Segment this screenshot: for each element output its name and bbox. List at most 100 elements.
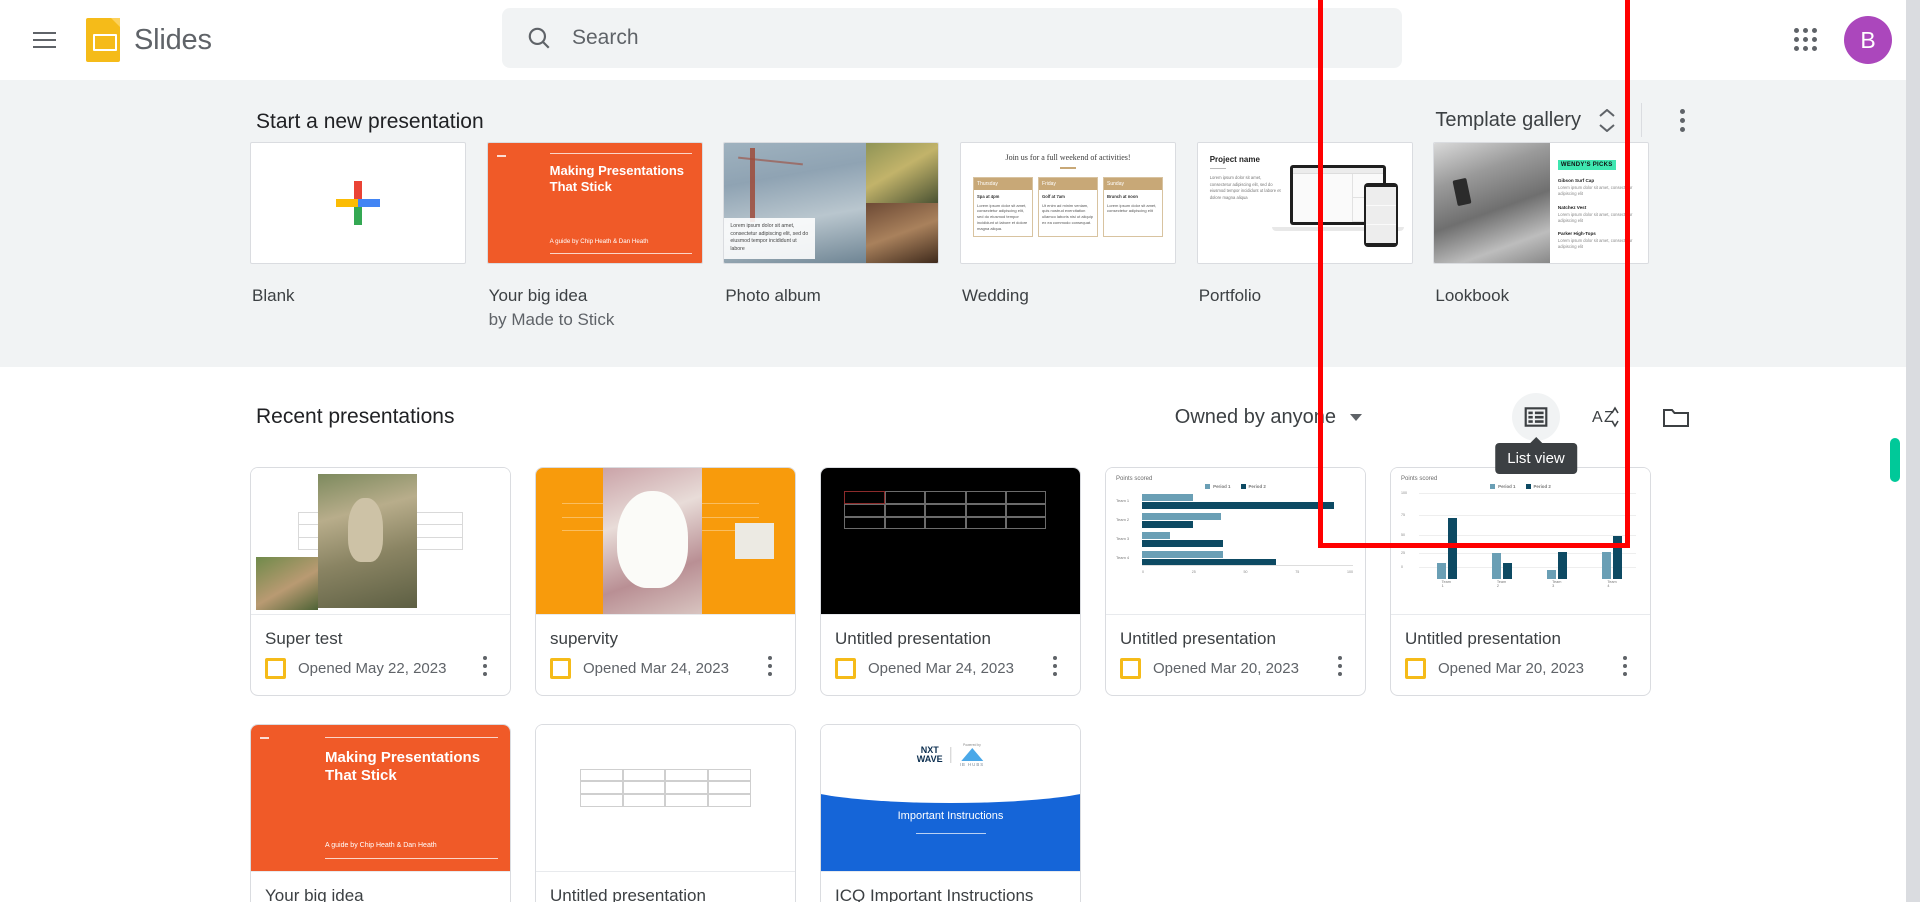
legend-label: Period 1 <box>1498 484 1516 489</box>
bar-period1 <box>1547 570 1557 579</box>
template-card-portfolio[interactable]: Project name Lorem ipsum dolor sit amet,… <box>1196 142 1434 330</box>
card-meta: Untitled presentation Opened Mar 20, 202… <box>1106 615 1365 695</box>
presentation-card-grid: Super test Opened May 22, 2023 supervity… <box>250 467 1670 902</box>
owner-filter-button[interactable]: Owned by anyone <box>1175 406 1336 429</box>
search-input[interactable] <box>572 26 1272 50</box>
hamburger-line <box>32 32 56 34</box>
presentation-card[interactable]: Points scored Period 1 Period 2 100 75 5… <box>1390 467 1651 696</box>
apps-dot <box>1794 37 1799 42</box>
item-name: Parker High-Tops <box>1557 231 1596 237</box>
presentation-card[interactable]: Making Presentations That Stick A guide … <box>250 724 511 902</box>
more-vert-icon[interactable] <box>1325 651 1355 681</box>
kebab-dot <box>1679 126 1685 132</box>
template-card-wedding[interactable]: Join us for a full weekend of activities… <box>960 142 1197 330</box>
slide-title: Join us for a full weekend of activities… <box>1005 153 1131 162</box>
skater-photo <box>1434 143 1550 263</box>
more-vert-icon[interactable] <box>470 651 500 681</box>
card-meta: Untitled presentation <box>536 872 795 902</box>
card-thumbnail: Points scored Period 1 Period 2 100 75 5… <box>1391 468 1650 615</box>
template-name: Blank <box>252 286 295 305</box>
list-view-icon[interactable]: List view <box>1495 393 1577 474</box>
template-thumbnail: Project name Lorem ipsum dolor sit amet,… <box>1196 142 1413 264</box>
template-author: by Made to Stick <box>488 310 615 329</box>
card-title: Untitled presentation <box>1120 629 1276 648</box>
template-card-your-big-idea[interactable]: Making Presentations That Stick A guide … <box>486 142 724 330</box>
scroll-position-marker[interactable] <box>1890 438 1900 482</box>
column-body: Spa at 4pm Lorem ipsum dolor sit amet, c… <box>974 190 1032 236</box>
kebab-dot <box>1052 655 1058 661</box>
hamburger-line <box>32 46 56 48</box>
apps-dot <box>1794 46 1799 51</box>
y-axis: 100 75 50 25 0 <box>1401 491 1419 569</box>
tick-label: 100 <box>1347 570 1353 574</box>
legend-label: Period 2 <box>1248 484 1266 489</box>
tick-label: 0 <box>1401 565 1403 569</box>
big-idea-slide: Making Presentations That Stick A guide … <box>487 143 702 263</box>
section-title: Recent presentations <box>256 405 455 428</box>
template-card-blank[interactable]: Blank <box>250 142 487 330</box>
hamburger-line <box>32 39 56 41</box>
slide-title: Making Presentations That Stick <box>549 163 685 194</box>
card-thumbnail <box>251 468 510 615</box>
bar-period1 <box>1602 552 1612 579</box>
page-scrollbar[interactable] <box>1906 0 1920 902</box>
template-thumbnail: Join us for a full weekend of activities… <box>960 142 1177 264</box>
hamburger-menu-icon[interactable] <box>20 16 68 64</box>
card-date: Opened Mar 24, 2023 <box>868 660 1014 677</box>
big-idea-slide: Making Presentations That Stick A guide … <box>251 725 510 871</box>
screen-panel <box>1293 174 1354 222</box>
slide-heading: Important Instructions <box>897 809 1004 822</box>
card-thumbnail: Making Presentations That Stick A guide … <box>251 725 510 872</box>
column-subhead: Golf at 7am <box>1042 193 1065 199</box>
more-vert-icon[interactable] <box>1610 651 1640 681</box>
sort-az-icon[interactable]: A Z <box>1582 393 1630 441</box>
card-title: Super test <box>265 629 343 648</box>
tick-label: 25 <box>1401 551 1405 555</box>
more-vert-icon[interactable] <box>1040 651 1070 681</box>
more-vert-icon[interactable] <box>755 651 785 681</box>
caret-down-icon[interactable] <box>1350 413 1362 421</box>
bar-period2 <box>1142 540 1223 547</box>
avatar[interactable]: B <box>1844 16 1892 64</box>
chevron-up-down-icon[interactable] <box>1595 105 1619 135</box>
template-gallery-button[interactable]: Template gallery <box>1435 109 1581 132</box>
apps-grid-icon[interactable] <box>1782 16 1830 64</box>
card-thumbnail: NXT WAVE Powered by IB HUBS Important In… <box>821 725 1080 872</box>
template-thumbnail: Making Presentations That Stick A guide … <box>486 142 703 264</box>
item-name: Gibson Surf Cap <box>1557 178 1595 183</box>
slides-home-link[interactable]: Slides <box>86 18 212 62</box>
vertical-bar-chart-slide: Points scored Period 1 Period 2 100 75 5… <box>1391 468 1650 614</box>
list-item: Natchez Vest Lorem ipsum dolor sit amet,… <box>1558 205 1640 225</box>
presentation-card[interactable]: Untitled presentation Opened Mar 24, 202… <box>820 467 1081 696</box>
template-card-photo-album[interactable]: Lorem ipsum dolor sit amet, consectetur … <box>723 142 960 330</box>
column-header: Friday <box>1039 177 1098 190</box>
presentation-card[interactable]: Untitled presentation <box>535 724 796 902</box>
black-table-slide <box>821 468 1080 614</box>
template-card-lookbook[interactable]: WENDY'S PICKS Gibson Surf Cap Lorem ipsu… <box>1433 142 1670 330</box>
card-meta: Untitled presentation Opened Mar 20, 202… <box>1391 615 1650 695</box>
chart-legend: Period 1 Period 2 <box>1401 484 1640 489</box>
category-label: Team 2 <box>1496 580 1507 588</box>
white-table-slide <box>536 725 795 871</box>
app-header: Slides B <box>0 0 1920 80</box>
presentation-card[interactable]: NXT WAVE Powered by IB HUBS Important In… <box>820 724 1081 902</box>
category-label: Team 4 <box>1116 555 1130 560</box>
search-bar[interactable] <box>502 8 1402 68</box>
category-label: Team 3 <box>1116 536 1130 541</box>
slide-byline: A guide by Chip Heath & Dan Heath <box>325 842 437 849</box>
kebab-dot <box>1679 108 1685 114</box>
underline <box>1209 168 1226 169</box>
presentation-card[interactable]: Points scored Period 1 Period 2 Team 1 T… <box>1105 467 1366 696</box>
sort-az-glyph: A Z <box>1592 406 1619 428</box>
column-body: Brunch at noon Lorem ipsum dolor sit ame… <box>1104 190 1162 219</box>
folder-icon[interactable] <box>1652 393 1700 441</box>
template-name: Lookbook <box>1435 286 1510 305</box>
presentation-card[interactable]: Super test Opened May 22, 2023 <box>250 467 511 696</box>
more-vert-icon[interactable] <box>1664 102 1700 138</box>
top-rule <box>549 153 692 154</box>
bar-period1 <box>1491 553 1501 579</box>
bar-period1 <box>1142 494 1194 501</box>
card-meta: Super test Opened May 22, 2023 <box>251 615 510 695</box>
presentation-card[interactable]: supervity Opened Mar 24, 2023 <box>535 467 796 696</box>
kebab-dot <box>1679 117 1685 123</box>
